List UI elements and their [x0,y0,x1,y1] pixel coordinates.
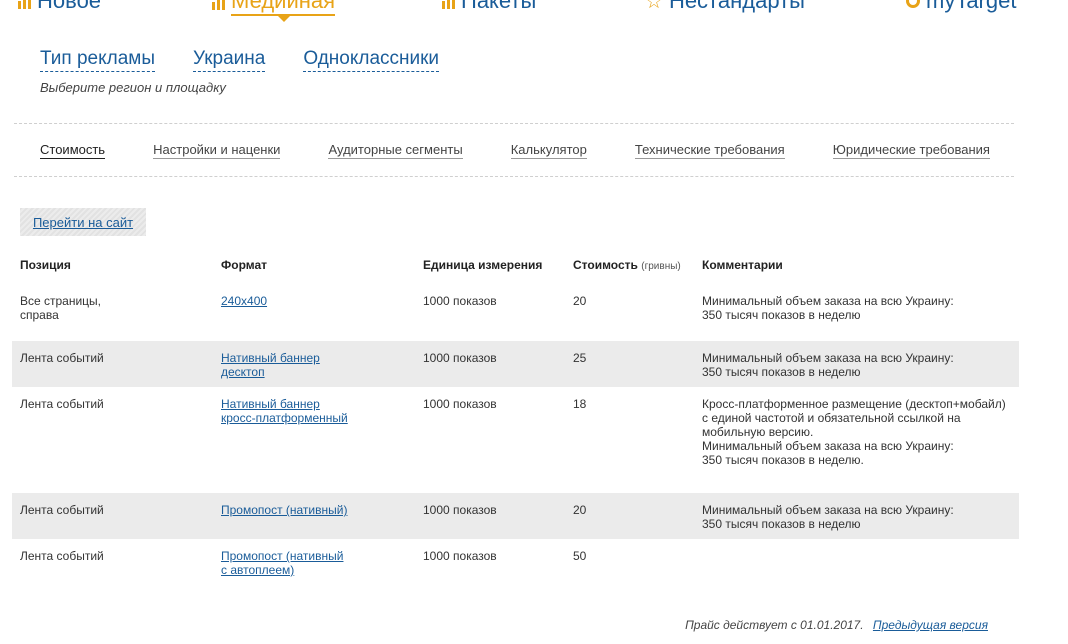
header-unit: Единица измерения [423,258,543,272]
nav-item-mytarget[interactable]: myTarget [906,0,1016,14]
row-unit: 1000 показов [423,397,497,411]
table-header: Позиция Формат Единица измерения Стоимос… [12,252,1019,278]
tab-price[interactable]: Стоимость [40,142,106,159]
nav-item-label: myTarget [926,0,1017,13]
row-position: Лента событий [20,351,104,365]
nav-item-packages[interactable]: Пакеты [442,0,536,14]
row-unit: 1000 показов [423,351,497,365]
divider [14,176,1014,177]
header-price: Стоимость (гривны) [573,258,698,274]
format-link[interactable]: 240x400 [221,294,267,308]
go-to-site-button[interactable]: Перейти на сайт [20,208,146,236]
table-row: Все страницы, справа 240x400 1000 показо… [12,284,1019,341]
row-price: 20 [573,294,587,308]
row-position: Все страницы, справа [20,294,102,322]
row-price: 50 [573,549,587,563]
subtabs: Стоимость Настройки и наценки Аудиторные… [40,142,990,159]
divider [14,123,1014,124]
row-comment: Минимальный объем заказа на всю Украину:… [702,351,954,379]
tab-legal-requirements[interactable]: Юридические требования [832,142,990,159]
table-row: Лента событий Нативный баннер кросс-плат… [12,387,1019,493]
row-position: Лента событий [20,503,104,517]
row-comment: Минимальный объем заказа на всю Украину:… [702,294,954,322]
table-row: Лента событий Промопост (нативный) 1000 … [12,493,1019,539]
header-format: Формат [221,258,268,272]
top-navigation: Новое Медийная Пакеты ☆ Нестандарты myTa… [0,0,1068,18]
row-format: Нативный баннер кросс-платформенный [221,397,411,425]
row-format: Нативный баннер десктоп [221,351,411,379]
format-link[interactable]: Промопост (нативный) [221,503,347,517]
nav-item-label: Новое [37,0,102,13]
format-link[interactable]: Промопост (нативный с автоплеем) [221,549,343,577]
row-position: Лента событий [20,549,104,563]
row-price: 20 [573,503,587,517]
row-unit: 1000 показов [423,294,497,308]
filter-selectors: Тип рекламы Украина Одноклассники [40,48,440,72]
nav-item-nonstandard[interactable]: ☆ Нестандарты [645,0,805,14]
nav-item-label: Нестандарты [668,0,805,13]
table-row: Лента событий Нативный баннер десктоп 10… [12,341,1019,387]
row-position: Лента событий [20,397,104,411]
price-table: Позиция Формат Единица измерения Стоимос… [12,252,1019,589]
row-format: 240x400 [221,294,411,308]
format-link[interactable]: Нативный баннер десктоп [221,351,320,379]
nav-item-media[interactable]: Медийная [212,0,336,16]
row-comment: Кросс-платформенное размещение (десктоп+… [702,397,1006,467]
row-price: 18 [573,397,587,411]
table-row: Лента событий Промопост (нативный с авто… [12,539,1019,589]
format-link[interactable]: Нативный баннер кросс-платформенный [221,397,348,425]
star-icon: ☆ [645,0,663,13]
bar-chart-icon [442,0,455,9]
bar-chart-icon [212,0,225,10]
header-comments: Комментарии [702,258,783,272]
row-unit: 1000 показов [423,549,497,563]
go-to-site-label: Перейти на сайт [32,214,134,230]
header-price-currency: (гривны) [641,261,681,272]
price-valid-note: Прайс действует с 01.01.2017. [685,618,864,632]
price-footer: Прайс действует с 01.01.2017. Предыдущая… [685,618,988,632]
target-icon [906,0,920,8]
row-price: 25 [573,351,587,365]
region-selector[interactable]: Украина [192,48,266,72]
nav-item-label: Медийная [231,0,336,16]
row-comment: Минимальный объем заказа на всю Украину:… [702,503,954,531]
bar-chart-icon [18,0,31,9]
tab-settings-markups[interactable]: Настройки и наценки [153,142,281,159]
nav-item-label: Пакеты [461,0,537,13]
row-format: Промопост (нативный) [221,503,411,517]
ad-type-selector[interactable]: Тип рекламы [40,48,155,72]
active-caret-icon [278,16,290,22]
tab-tech-requirements[interactable]: Технические требования [634,142,785,159]
header-price-label: Стоимость [573,258,638,272]
selector-hint: Выберите регион и площадку [40,80,226,95]
header-position: Позиция [20,258,71,272]
row-unit: 1000 показов [423,503,497,517]
site-selector[interactable]: Одноклассники [303,48,440,72]
row-format: Промопост (нативный с автоплеем) [221,549,411,577]
tab-calculator[interactable]: Калькулятор [510,142,587,159]
tab-audience-segments[interactable]: Аудиторные сегменты [328,142,463,159]
nav-item-new[interactable]: Новое [18,0,101,14]
previous-version-link[interactable]: Предыдущая версия [873,618,988,632]
